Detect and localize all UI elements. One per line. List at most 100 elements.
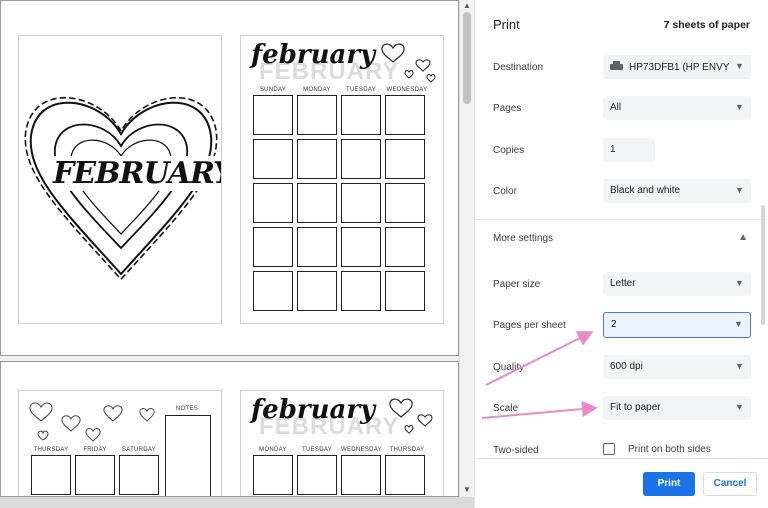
- calendar-cell: [385, 139, 425, 179]
- calendar-cell: [297, 95, 337, 135]
- cover-title: FEBRUARY: [51, 156, 221, 191]
- preview-sheet-2: NOTES THURSDAY FRIDAY SATURDAY FEBRUARY …: [0, 361, 459, 497]
- day-label: MONDAY: [259, 447, 287, 453]
- chevron-down-icon: ▼: [735, 402, 744, 412]
- scale-select[interactable]: Fit to paper ▼: [603, 396, 751, 420]
- copies-label: Copies: [493, 145, 525, 156]
- calendar-cell: [385, 95, 425, 135]
- destination-label: Destination: [493, 62, 544, 73]
- calendar-cell: [341, 95, 381, 135]
- calendar-cell: [253, 139, 293, 179]
- calendar-cell: [297, 455, 337, 495]
- preview-page-calendar-3: FEBRUARY february MONDAY TUESDAY WEDNESD…: [240, 390, 444, 496]
- preview-page-calendar-1: FEBRUARY february SUNDAY MONDAY TUESDAY …: [240, 35, 444, 324]
- calendar-cell: [341, 183, 381, 223]
- quality-value: 600 dpi: [610, 361, 643, 372]
- day-label: SATURDAY: [121, 447, 157, 453]
- calendar-cell: [341, 139, 381, 179]
- two-sided-checkbox[interactable]: [603, 443, 615, 455]
- quality-select[interactable]: 600 dpi ▼: [603, 355, 751, 379]
- calendar-cell: [341, 227, 381, 267]
- hearts-decoration: [29, 402, 155, 442]
- two-sided-option-label[interactable]: Print on both sides: [628, 444, 711, 455]
- calendar-cell: [297, 271, 337, 311]
- day-label: THURSDAY: [33, 447, 69, 453]
- more-settings-toggle[interactable]: More settings: [493, 233, 553, 244]
- pages-per-sheet-select[interactable]: 2 ▼: [603, 312, 751, 338]
- notes-label: NOTES: [175, 406, 199, 412]
- color-value: Black and white: [610, 185, 681, 196]
- preview-sheet-1: FEBRUARY FEBRUARY february SUNDAY MONDAY…: [0, 0, 459, 356]
- pages-value: All: [610, 102, 622, 113]
- day-label: SUNDAY: [259, 87, 287, 93]
- calendar-cell: [253, 227, 293, 267]
- calendar-title: february: [251, 395, 376, 425]
- calendar-cell: [31, 455, 71, 495]
- horizontal-scrollbar[interactable]: [0, 497, 474, 508]
- day-label: MONDAY: [303, 87, 331, 93]
- day-label: TUESDAY: [302, 447, 332, 453]
- calendar-cell: [297, 183, 337, 223]
- calendar-cell: [253, 455, 293, 495]
- calendar-cell: [253, 95, 293, 135]
- preview-scrollbar[interactable]: ▲ ▼: [459, 0, 473, 497]
- scroll-down-icon[interactable]: ▼: [462, 485, 472, 495]
- paper-size-label: Paper size: [493, 279, 541, 290]
- notes-box: [165, 415, 211, 496]
- scrollbar-thumb[interactable]: [463, 12, 471, 104]
- destination-select[interactable]: HP73DFB1 (HP ENVY ▼: [603, 55, 751, 79]
- hearts-decoration: [389, 398, 433, 434]
- calendar-cell: [297, 139, 337, 179]
- day-label: WEDNESDAY: [386, 87, 428, 93]
- chevron-down-icon: ▼: [735, 102, 744, 112]
- day-label: FRIDAY: [83, 447, 107, 453]
- paper-size-value: Letter: [610, 278, 636, 289]
- chevron-down-icon: ▼: [735, 361, 744, 371]
- printer-icon: [610, 61, 623, 71]
- calendar-title: february: [251, 40, 376, 70]
- color-label: Color: [493, 186, 517, 197]
- print-button[interactable]: Print: [643, 472, 695, 496]
- chevron-down-icon: ▼: [735, 185, 744, 195]
- divider: [475, 219, 768, 220]
- preview-page-cover: FEBRUARY: [18, 35, 222, 324]
- pages-per-sheet-label: Pages per sheet: [493, 320, 566, 331]
- calendar-cell: [253, 271, 293, 311]
- day-label: THURSDAY: [389, 447, 425, 453]
- color-select[interactable]: Black and white ▼: [603, 179, 751, 203]
- two-sided-label: Two-sided: [493, 445, 539, 456]
- calendar-cell: [75, 455, 115, 495]
- paper-size-select[interactable]: Letter ▼: [603, 272, 751, 296]
- pages-label: Pages: [493, 103, 522, 114]
- chevron-down-icon: ▼: [735, 61, 744, 71]
- calendar-cell: [385, 271, 425, 311]
- calendar-cell: [341, 271, 381, 311]
- print-settings-panel: Print 7 sheets of paper Destination HP73…: [474, 0, 768, 508]
- chevron-up-icon[interactable]: ▲: [738, 232, 748, 243]
- day-label: TUESDAY: [346, 87, 376, 93]
- day-label: WEDNESDAY: [341, 447, 382, 453]
- hearts-decoration: [381, 43, 436, 83]
- scroll-up-icon[interactable]: ▲: [462, 1, 472, 11]
- calendar-cell: [297, 227, 337, 267]
- print-preview: FEBRUARY FEBRUARY february SUNDAY MONDAY…: [0, 0, 474, 508]
- settings-scrollbar[interactable]: [759, 0, 767, 458]
- preview-page-calendar-2: NOTES THURSDAY FRIDAY SATURDAY: [18, 390, 222, 496]
- sheet-count: 7 sheets of paper: [663, 19, 750, 31]
- calendar-cell: [341, 455, 381, 495]
- calendar-cell: [253, 183, 293, 223]
- chevron-down-icon: ▼: [734, 319, 743, 329]
- calendar-cell: [119, 455, 159, 495]
- calendar-cell: [385, 183, 425, 223]
- dialog-title: Print: [493, 17, 520, 32]
- settings-scrollbar-thumb[interactable]: [761, 205, 765, 325]
- copies-input[interactable]: 1: [603, 138, 655, 162]
- scale-value: Fit to paper: [610, 402, 661, 413]
- pages-select[interactable]: All ▼: [603, 96, 751, 120]
- cancel-button[interactable]: Cancel: [703, 472, 757, 496]
- quality-label: Quality: [493, 362, 525, 373]
- pages-per-sheet-value: 2: [611, 319, 617, 330]
- scale-label: Scale: [493, 403, 519, 414]
- destination-value: HP73DFB1 (HP ENVY: [629, 62, 730, 73]
- calendar-cell: [385, 227, 425, 267]
